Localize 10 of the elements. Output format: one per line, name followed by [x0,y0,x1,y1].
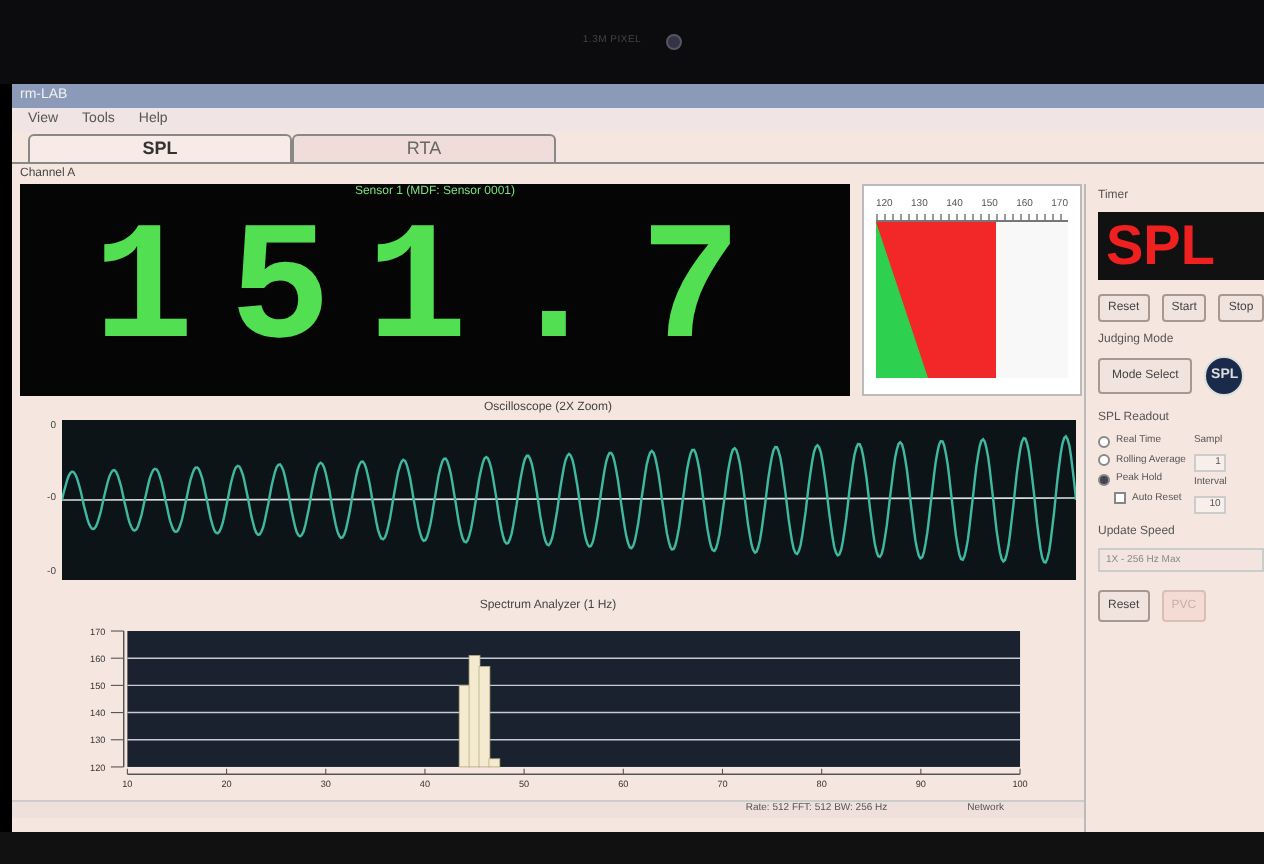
radio-button[interactable] [1098,454,1110,467]
webcam-icon [665,34,682,50]
tab[interactable]: RTA [292,134,556,162]
timer-text: SPL [1106,218,1215,274]
radio-button[interactable] [1098,435,1110,448]
checkbox[interactable] [1114,492,1126,505]
meter-wedge-icon [876,221,928,377]
radio-button[interactable] [1098,473,1110,486]
tab[interactable]: SPL [28,134,292,162]
spl-reading: 151.7 [92,202,778,386]
